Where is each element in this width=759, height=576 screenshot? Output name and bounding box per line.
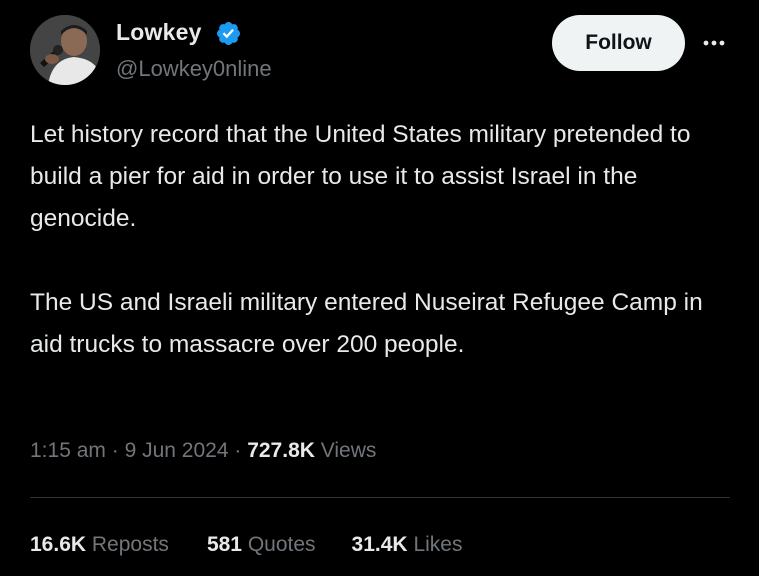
likes-stat[interactable]: 31.4K Likes <box>352 533 463 557</box>
reposts-label: Reposts <box>91 533 169 556</box>
avatar[interactable] <box>30 15 100 85</box>
engagement-stats: 16.6K Reposts 581 Quotes 31.4K Likes <box>30 533 462 557</box>
author-display-name[interactable]: Lowkey <box>116 19 202 46</box>
quotes-label: Quotes <box>247 533 316 556</box>
reposts-stat[interactable]: 16.6K Reposts <box>30 533 169 557</box>
post-paragraph: Let history record that the United State… <box>30 121 691 232</box>
divider <box>30 497 730 498</box>
post-date[interactable]: 9 Jun 2024 <box>125 439 229 462</box>
post-body: Let history record that the United State… <box>30 114 730 366</box>
views-label: Views <box>320 439 377 462</box>
quotes-count: 581 <box>206 533 242 556</box>
separator: · <box>111 439 119 462</box>
reposts-count: 16.6K <box>30 533 87 556</box>
author-handle[interactable]: @Lowkey0nline <box>116 56 272 82</box>
follow-button[interactable]: Follow <box>552 15 685 71</box>
quotes-stat[interactable]: 581 Quotes <box>207 533 316 557</box>
views-count: 727.8K <box>247 439 315 462</box>
post-metadata: 1:15 am · 9 Jun 2024 · 727.8K Views <box>30 439 376 463</box>
likes-count: 31.4K <box>351 533 408 556</box>
verified-badge-icon <box>216 21 241 46</box>
separator: · <box>234 439 242 462</box>
post-paragraph: The US and Israeli military entered Nuse… <box>30 289 703 358</box>
likes-label: Likes <box>413 533 463 556</box>
profile-photo-icon <box>30 15 100 85</box>
post-time[interactable]: 1:15 am <box>30 439 106 462</box>
more-options-icon[interactable] <box>697 31 731 55</box>
